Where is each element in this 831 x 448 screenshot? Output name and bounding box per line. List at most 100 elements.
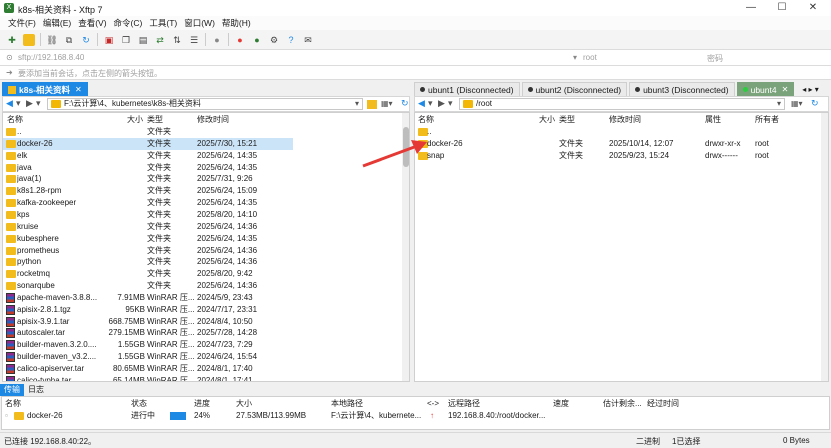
chevron-down-icon[interactable]: ▾	[573, 53, 577, 62]
column-header-speed[interactable]: 速度	[553, 397, 569, 410]
back-icon[interactable]: ◀	[418, 98, 425, 109]
transfer-mode[interactable]: 二进制	[636, 436, 660, 447]
minimize-button[interactable]: —	[735, 0, 767, 16]
file-row[interactable]: rocketmq 文件夹 2025/8/20, 9:42	[3, 268, 293, 280]
maximize-button[interactable]: ☐	[766, 0, 798, 16]
file-row[interactable]: apisix-3.9.1.tar 668.75MB WinRAR 压... 2024/…	[3, 316, 293, 328]
column-header-modified[interactable]: 修改时间	[197, 113, 229, 126]
menu-window[interactable]: 窗口(W)	[184, 17, 215, 29]
file-row[interactable]: snap 文件夹 2025/9/23, 15:24 drwx------ root	[415, 150, 815, 162]
sync-icon[interactable]: ⇄	[154, 34, 166, 46]
password-input[interactable]: 密码	[707, 53, 723, 64]
file-row[interactable]: apisix-2.8.1.tgz 95KB WinRAR 压... 2024/7/17…	[3, 304, 293, 316]
transfer-list[interactable]: 名称 状态 进度 大小 本地路径 <-> 远程路径 速度 估计剩余... 经过时…	[1, 396, 830, 430]
tab-log[interactable]: 日志	[24, 384, 48, 396]
tab-ubunt2[interactable]: ubunt2 (Disconnected)	[521, 82, 628, 96]
chevron-down-icon[interactable]: ▾	[355, 99, 359, 108]
view-options-icon[interactable]: ▦▾	[381, 99, 393, 108]
address-input[interactable]: sftp://192.168.8.40	[18, 53, 84, 62]
copy-icon[interactable]: ❐	[120, 34, 132, 46]
file-row[interactable]: kruise 文件夹 2025/6/24, 14:36	[3, 221, 293, 233]
close-icon[interactable]: ✕	[75, 85, 82, 94]
menu-tools[interactable]: 工具(T)	[149, 17, 177, 29]
arrow-right-icon[interactable]: ➜	[6, 68, 13, 77]
globe-icon[interactable]: ●	[211, 34, 223, 46]
column-header-local-path[interactable]: 本地路径	[331, 397, 363, 410]
file-row[interactable]: docker-26 文件夹 2025/10/14, 12:07 drwxr-xr-x r…	[415, 138, 815, 150]
column-header-modified[interactable]: 修改时间	[609, 113, 641, 126]
file-row[interactable]: ..	[415, 126, 815, 138]
paste-icon[interactable]: ▤	[137, 34, 149, 46]
help-icon[interactable]: ?	[285, 34, 297, 46]
column-header-name[interactable]: 名称	[5, 397, 21, 410]
file-row[interactable]: sonarqube 文件夹 2025/6/24, 14:36	[3, 280, 293, 292]
disconnect-icon[interactable]: ⧉	[63, 34, 75, 46]
menu-view[interactable]: 查看(V)	[78, 17, 106, 29]
column-header-status[interactable]: 状态	[131, 397, 147, 410]
column-header-direction[interactable]: <->	[427, 397, 439, 410]
tab-menu-icon[interactable]: ◂ ▸ ▾	[802, 85, 819, 94]
tab-ubunt4[interactable]: ubunt4 ✕	[736, 82, 795, 96]
column-header-name[interactable]: 名称	[7, 113, 23, 126]
local-file-list[interactable]: 名称 大小 类型 修改时间 .. 文件夹 docker-26 文件夹 2025/7/30…	[2, 112, 410, 382]
file-row[interactable]: k8s1.28-rpm 文件夹 2025/6/24, 15:09	[3, 185, 293, 197]
column-header-progress[interactable]: 进度	[194, 397, 210, 410]
column-header-remaining[interactable]: 估计剩余...	[603, 397, 642, 410]
file-row[interactable]: kubesphere 文件夹 2025/6/24, 14:35	[3, 233, 293, 245]
right-path-input[interactable]: /root	[459, 98, 785, 110]
file-row[interactable]: python 文件夹 2025/6/24, 14:36	[3, 256, 293, 268]
column-header-size[interactable]: 大小	[236, 397, 252, 410]
left-path-input[interactable]: F:\云计算\4、kubernetes\k8s-相关资料	[47, 98, 363, 110]
username-input[interactable]: root	[583, 53, 597, 62]
new-session-icon[interactable]: ✚	[6, 34, 18, 46]
transfer-icon[interactable]: ⇅	[171, 34, 183, 46]
link-icon[interactable]: ⛓	[46, 34, 58, 46]
column-header-owner[interactable]: 所有者	[755, 113, 779, 126]
file-row[interactable]: calico-apiserver.tar 80.65MB WinRAR 压... 20…	[3, 363, 293, 375]
column-header-type[interactable]: 类型	[147, 113, 163, 126]
file-row[interactable]: java 文件夹 2025/6/24, 14:35	[3, 162, 293, 174]
column-header-remote-path[interactable]: 远程路径	[448, 397, 480, 410]
refresh-icon[interactable]: ↻	[811, 98, 819, 109]
file-row[interactable]: elk 文件夹 2025/6/24, 14:35	[3, 150, 293, 162]
forward-icon[interactable]: ▶	[26, 98, 33, 109]
forward-dropdown-icon[interactable]: ▾	[448, 98, 453, 109]
column-header-elapsed[interactable]: 经过时间	[647, 397, 679, 410]
remote-file-list[interactable]: 名称 大小 类型 修改时间 属性 所有者 .. docker-26 文件夹 2025/…	[414, 112, 829, 382]
menu-help[interactable]: 帮助(H)	[222, 17, 251, 29]
transfer-row[interactable]: ▫ docker-26 进行中 24% 27.53MB/113.99MB F:\…	[2, 410, 829, 422]
refresh-icon[interactable]: ↻	[80, 34, 92, 46]
back-icon[interactable]: ◀	[6, 98, 13, 109]
tab-transfers[interactable]: 传输	[0, 384, 24, 396]
menu-command[interactable]: 命令(C)	[114, 17, 143, 29]
column-header-type[interactable]: 类型	[559, 113, 575, 126]
chevron-down-icon[interactable]: ▾	[777, 99, 781, 108]
xftp-icon[interactable]: ●	[251, 34, 263, 46]
open-folder-icon[interactable]	[23, 33, 35, 46]
refresh-icon[interactable]: ↻	[401, 98, 409, 109]
parent-folder-icon[interactable]	[367, 100, 377, 109]
tab-local[interactable]: k8s-相关资料 ✕	[2, 82, 88, 96]
terminal-icon[interactable]: ▣	[103, 34, 115, 46]
column-header-name[interactable]: 名称	[418, 113, 434, 126]
file-row[interactable]: builder-maven_v3.2.... 1.55GB WinRAR 压... 2…	[3, 351, 293, 363]
view-options-icon[interactable]: ▦▾	[791, 99, 803, 108]
file-row[interactable]: .. 文件夹	[3, 126, 293, 138]
file-row[interactable]: kps 文件夹 2025/8/20, 14:10	[3, 209, 293, 221]
file-row[interactable]: builder-maven.3.2.0.... 1.55GB WinRAR 压...…	[3, 339, 293, 351]
expand-icon[interactable]: ▫	[5, 410, 8, 422]
chat-icon[interactable]: ✉	[302, 34, 314, 46]
forward-dropdown-icon[interactable]: ▾	[36, 98, 41, 109]
tab-ubunt1[interactable]: ubunt1 (Disconnected)	[414, 82, 520, 96]
close-button[interactable]: ✕	[797, 0, 829, 16]
file-row[interactable]: prometheus 文件夹 2025/6/24, 14:36	[3, 245, 293, 257]
file-row[interactable]: calico-typha.tar 65.14MB WinRAR 压... 2024/8…	[3, 375, 293, 381]
file-row[interactable]: docker-26 文件夹 2025/7/30, 15:21	[3, 137, 293, 150]
column-header-attributes[interactable]: 属性	[705, 113, 721, 126]
settings-icon[interactable]: ⚙	[268, 34, 280, 46]
tab-ubunt3[interactable]: ubunt3 (Disconnected)	[629, 82, 735, 96]
file-row[interactable]: kafka-zookeeper 文件夹 2025/6/24, 14:35	[3, 197, 293, 209]
menu-file[interactable]: 文件(F)	[8, 17, 36, 29]
forward-icon[interactable]: ▶	[438, 98, 445, 109]
back-dropdown-icon[interactable]: ▾	[428, 98, 433, 109]
